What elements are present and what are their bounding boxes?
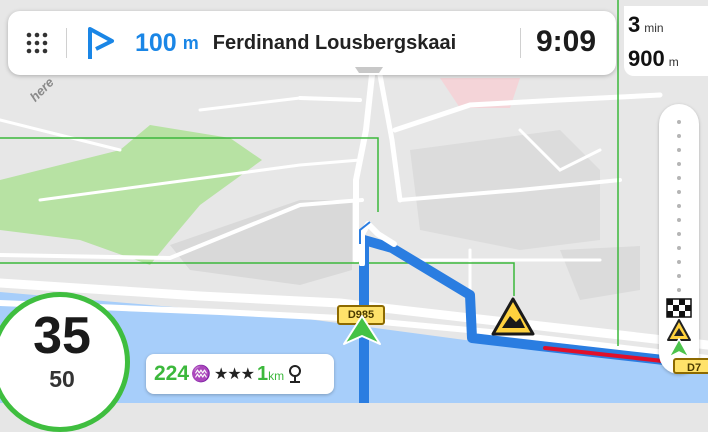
remaining-info-panel[interactable]: 3 min 900 m <box>624 6 708 76</box>
instruction-bar[interactable]: 100 m Ferdinand Lousbergskaai 9:09 <box>8 11 616 75</box>
remaining-distance-unit: m <box>668 55 679 69</box>
eco-icon: ♒ <box>191 366 211 383</box>
parking-distance-unit: km <box>268 368 285 383</box>
divider <box>520 28 521 58</box>
remaining-time-value: 3 <box>628 12 641 37</box>
parking-distance-value: 1 <box>257 362 269 385</box>
remaining-distance: 900 m <box>628 46 679 72</box>
gps-position-arrow-icon <box>668 338 690 358</box>
parking-icon <box>289 365 302 383</box>
parking-distance: 1km <box>257 363 284 386</box>
menu-grid-icon <box>26 32 48 54</box>
maneuver-distance-unit: m <box>182 32 199 53</box>
maneuver-arrow-icon <box>359 221 397 266</box>
turn-right-flag-icon <box>88 27 114 59</box>
gps-position-arrow-icon <box>343 315 381 345</box>
menu-button[interactable] <box>8 11 66 75</box>
next-street-name: Ferdinand Lousbergskaai <box>212 31 457 54</box>
route-info-pill[interactable]: 224 ♒ ★★★ 1km <box>146 354 334 394</box>
remaining-time-unit: min <box>644 21 664 35</box>
maneuver-distance: 100 <box>135 28 177 57</box>
expand-handle-icon[interactable] <box>351 67 387 73</box>
current-speed: 35 <box>33 307 91 365</box>
rating-stars: ★★★ <box>213 366 255 383</box>
remaining-time: 3 min <box>628 12 664 38</box>
road-hazard-warning-icon[interactable] <box>490 296 536 338</box>
speed-limit: 50 <box>49 366 75 392</box>
arrival-time: 9:09 <box>536 25 597 58</box>
road-shield-d7: D7 <box>673 358 708 374</box>
eco-count: 224 <box>154 362 190 385</box>
divider <box>66 28 67 58</box>
remaining-distance-value: 900 <box>628 46 665 71</box>
